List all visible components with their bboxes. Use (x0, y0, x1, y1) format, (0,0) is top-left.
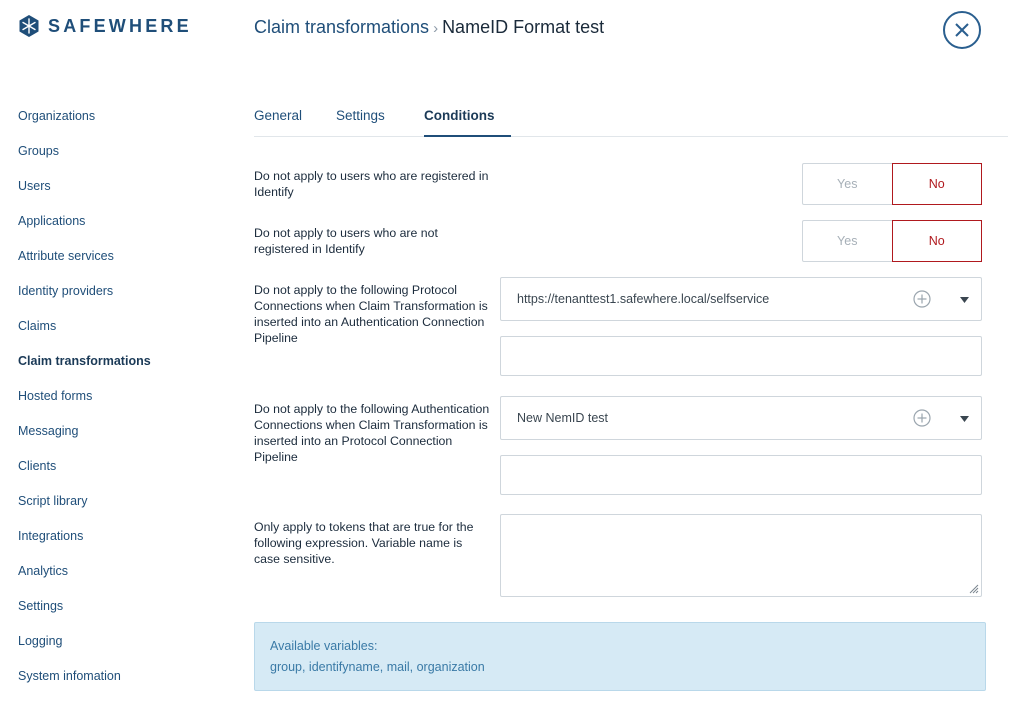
sidebar-item-users[interactable]: Users (18, 178, 151, 213)
auth-connections-list[interactable] (500, 455, 982, 495)
not-registered-no-button[interactable]: No (891, 220, 982, 262)
sidebar-item-settings[interactable]: Settings (18, 598, 151, 633)
registered-users-label: Do not apply to users who are registered… (254, 169, 489, 199)
resize-handle-icon[interactable] (967, 582, 979, 594)
sidebar-item-logging[interactable]: Logging (18, 633, 151, 668)
registered-no-button[interactable]: No (891, 163, 982, 205)
sidebar-item-hosted-forms[interactable]: Hosted forms (18, 388, 151, 423)
close-icon (955, 23, 969, 37)
protocol-connection-select[interactable]: https://tenanttest1.safewhere.local/self… (500, 277, 982, 321)
sidebar-item-groups[interactable]: Groups (18, 143, 151, 178)
close-button[interactable] (943, 11, 981, 49)
auth-connection-select[interactable]: New NemID test (500, 396, 982, 440)
auth-connection-selected: New NemID test (517, 411, 608, 425)
sidebar-item-script-library[interactable]: Script library (18, 493, 151, 528)
expression-label: Only apply to tokens that are true for t… (254, 520, 474, 566)
breadcrumb-separator: › (433, 20, 439, 37)
brand-name: SAFEWHERE (48, 15, 192, 36)
sidebar-nav: Organizations Groups Users Applications … (18, 108, 151, 703)
not-registered-users-toggle: Yes No (802, 220, 982, 262)
available-variables-panel: Available variables: group, identifyname… (254, 622, 986, 691)
tab-general[interactable]: General (254, 108, 302, 137)
snowflake-logo-icon (19, 15, 39, 37)
logo: SAFEWHERE (18, 15, 192, 37)
add-circle-icon[interactable] (913, 409, 931, 427)
sidebar-item-claims[interactable]: Claims (18, 318, 151, 353)
sidebar-item-clients[interactable]: Clients (18, 458, 151, 493)
tab-settings[interactable]: Settings (336, 108, 385, 137)
page-title: NameID Format test (442, 17, 605, 37)
sidebar-item-organizations[interactable]: Organizations (18, 108, 151, 143)
breadcrumb: Claim transformations › NameID Format test (254, 17, 604, 38)
available-variables-title: Available variables: (270, 639, 378, 653)
registered-yes-button[interactable]: Yes (803, 164, 892, 204)
protocol-connections-label: Do not apply to the following Protocol C… (254, 283, 488, 345)
add-circle-icon[interactable] (913, 290, 931, 308)
available-variables-list: group, identifyname, mail, organization (270, 660, 485, 674)
not-registered-users-label: Do not apply to users who are not regist… (254, 226, 438, 256)
breadcrumb-parent[interactable]: Claim transformations (254, 17, 429, 37)
not-registered-yes-button[interactable]: Yes (803, 221, 892, 261)
sidebar-item-analytics[interactable]: Analytics (18, 563, 151, 598)
protocol-connection-selected: https://tenanttest1.safewhere.local/self… (517, 292, 770, 306)
protocol-connections-list[interactable] (500, 336, 982, 376)
sidebar-item-attribute-services[interactable]: Attribute services (18, 248, 151, 283)
sidebar-item-claim-transformations[interactable]: Claim transformations (18, 353, 151, 388)
sidebar-item-messaging[interactable]: Messaging (18, 423, 151, 458)
registered-users-toggle: Yes No (802, 163, 982, 205)
sidebar-item-identity-providers[interactable]: Identity providers (18, 283, 151, 318)
chevron-down-icon[interactable] (960, 416, 969, 422)
tab-conditions[interactable]: Conditions (424, 108, 511, 137)
tab-bar: General Settings Conditions (254, 108, 1008, 137)
chevron-down-icon[interactable] (960, 297, 969, 303)
auth-connections-label: Do not apply to the following Authentica… (254, 402, 490, 464)
sidebar-item-applications[interactable]: Applications (18, 213, 151, 248)
expression-textarea[interactable] (500, 514, 982, 597)
sidebar-item-integrations[interactable]: Integrations (18, 528, 151, 563)
sidebar-item-system-information[interactable]: System infomation (18, 668, 151, 703)
